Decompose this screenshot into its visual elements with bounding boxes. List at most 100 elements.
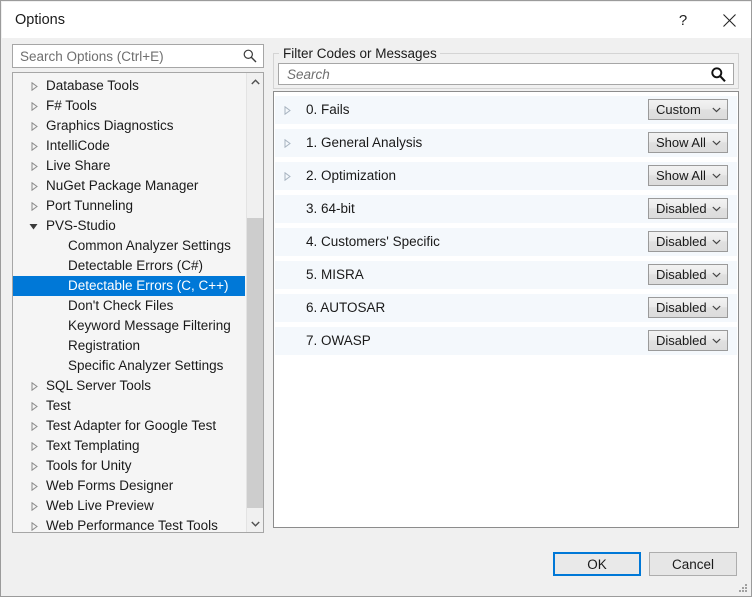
sidebar-item-f-tools[interactable]: F# Tools <box>13 96 245 116</box>
filter-search-field[interactable]: Search <box>278 63 734 85</box>
table-row[interactable]: 7. OWASP Disabled <box>275 327 737 355</box>
sidebar-item-registration[interactable]: Registration <box>13 336 245 356</box>
group-mode-select[interactable]: Disabled <box>648 297 728 318</box>
group-mode-select[interactable]: Disabled <box>648 231 728 252</box>
chevron-right-icon[interactable] <box>283 162 295 190</box>
chevron-right-icon[interactable] <box>29 456 41 476</box>
sidebar-item-intellicode[interactable]: IntelliCode <box>13 136 245 156</box>
group-mode-value: Show All <box>656 134 706 151</box>
sidebar-item-web-live-preview[interactable]: Web Live Preview <box>13 496 245 516</box>
sidebar-item-detectable-errors-c-c[interactable]: Detectable Errors (C, C++) <box>13 276 245 296</box>
search-options-field[interactable]: Search Options (Ctrl+E) <box>12 44 264 68</box>
tree-scrollbar-thumb[interactable] <box>247 218 263 508</box>
sidebar-item-detectable-errors-c[interactable]: Detectable Errors (C#) <box>13 256 245 276</box>
table-row[interactable]: 2. Optimization Show All <box>275 162 737 190</box>
sidebar-item-specific-analyzer-settings[interactable]: Specific Analyzer Settings <box>13 356 245 376</box>
table-row[interactable]: 1. General AnalysisShow All <box>275 129 737 157</box>
group-mode-value: Disabled <box>656 266 707 283</box>
chevron-down-icon <box>712 138 721 146</box>
table-row[interactable]: 5. MISRA Disabled <box>275 261 737 289</box>
table-row[interactable]: 0. Fails Custom <box>275 96 737 124</box>
chevron-right-icon[interactable] <box>29 136 41 156</box>
group-mode-select[interactable]: Custom <box>648 99 728 120</box>
sidebar-item-tools-for-unity[interactable]: Tools for Unity <box>13 456 245 476</box>
sidebar-item-test-adapter-for-google-test[interactable]: Test Adapter for Google Test <box>13 416 245 436</box>
chevron-down-icon[interactable] <box>29 216 41 236</box>
sidebar-item-sql-server-tools[interactable]: SQL Server Tools <box>13 376 245 396</box>
chevron-right-icon[interactable] <box>29 76 41 96</box>
scroll-down-icon[interactable] <box>247 515 263 532</box>
sidebar-item-label: Specific Analyzer Settings <box>13 356 223 376</box>
chevron-right-icon[interactable] <box>29 396 41 416</box>
page-title: Options <box>15 12 65 29</box>
sidebar-item-database-tools[interactable]: Database Tools <box>13 76 245 96</box>
chevron-right-icon[interactable] <box>283 129 295 157</box>
scroll-up-icon[interactable] <box>247 73 263 90</box>
group-mode-select[interactable]: Disabled <box>648 330 728 351</box>
sidebar-item-live-share[interactable]: Live Share <box>13 156 245 176</box>
group-mode-value: Disabled <box>656 332 707 349</box>
group-mode-select[interactable]: Show All <box>648 132 728 153</box>
cancel-button[interactable]: Cancel <box>649 552 737 576</box>
chevron-right-icon[interactable] <box>29 376 41 396</box>
sidebar-item-label: F# Tools <box>13 96 97 116</box>
group-label: 2. Optimization <box>306 167 396 185</box>
diagnostic-groups-list[interactable]: 0. Fails Custom 1. General AnalysisShow Al… <box>273 91 739 528</box>
sidebar-item-label: Detectable Errors (C, C++) <box>13 276 229 296</box>
options-tree-panel[interactable]: Database ToolsF# ToolsGraphics Diagnosti… <box>12 72 264 533</box>
chevron-down-icon <box>712 270 721 278</box>
group-mode-value: Disabled <box>656 299 707 316</box>
close-button[interactable] <box>706 3 752 37</box>
table-row[interactable]: 3. 64-bit Disabled <box>275 195 737 223</box>
chevron-right-icon[interactable] <box>29 176 41 196</box>
sidebar-item-label: Live Share <box>13 156 111 176</box>
options-dialog: Options ? Search Options (Ctrl+E) Databa… <box>0 0 752 597</box>
title-bar: Options ? <box>2 2 752 38</box>
chevron-right-icon[interactable] <box>29 156 41 176</box>
group-label: 7. OWASP <box>306 332 371 350</box>
tree-scrollbar[interactable] <box>246 73 263 532</box>
sidebar-item-label: IntelliCode <box>13 136 110 156</box>
ok-button-label: OK <box>587 557 607 572</box>
chevron-right-icon[interactable] <box>29 516 41 533</box>
chevron-right-icon[interactable] <box>29 436 41 456</box>
sidebar-item-label: Test <box>13 396 71 416</box>
sidebar-item-text-templating[interactable]: Text Templating <box>13 436 245 456</box>
group-label: 0. Fails <box>306 101 350 119</box>
group-label: 5. MISRA <box>306 266 364 284</box>
table-row[interactable]: 6. AUTOSARDisabled <box>275 294 737 322</box>
ok-button[interactable]: OK <box>553 552 641 576</box>
chevron-right-icon[interactable] <box>29 196 41 216</box>
group-mode-select[interactable]: Disabled <box>648 198 728 219</box>
chevron-right-icon[interactable] <box>29 496 41 516</box>
sidebar-item-web-forms-designer[interactable]: Web Forms Designer <box>13 476 245 496</box>
group-mode-select[interactable]: Disabled <box>648 264 728 285</box>
search-icon[interactable] <box>710 66 727 83</box>
sidebar-item-nuget-package-manager[interactable]: NuGet Package Manager <box>13 176 245 196</box>
resize-grip-icon[interactable] <box>736 581 748 593</box>
sidebar-item-graphics-diagnostics[interactable]: Graphics Diagnostics <box>13 116 245 136</box>
chevron-right-icon[interactable] <box>29 476 41 496</box>
group-mode-value: Show All <box>656 167 706 184</box>
sidebar-item-label: Common Analyzer Settings <box>13 236 231 256</box>
sidebar-item-don-t-check-files[interactable]: Don't Check Files <box>13 296 245 316</box>
sidebar-item-test[interactable]: Test <box>13 396 245 416</box>
sidebar-item-common-analyzer-settings[interactable]: Common Analyzer Settings <box>13 236 245 256</box>
filter-search-placeholder: Search <box>287 66 330 83</box>
sidebar-item-web-performance-test-tools[interactable]: Web Performance Test Tools <box>13 516 245 533</box>
chevron-right-icon[interactable] <box>29 416 41 436</box>
search-icon[interactable] <box>242 48 258 64</box>
chevron-down-icon <box>712 204 721 212</box>
group-label: 3. 64-bit <box>306 200 355 218</box>
group-mode-select[interactable]: Show All <box>648 165 728 186</box>
sidebar-item-label: Detectable Errors (C#) <box>13 256 203 276</box>
chevron-down-icon <box>712 171 721 179</box>
sidebar-item-keyword-message-filtering[interactable]: Keyword Message Filtering <box>13 316 245 336</box>
chevron-right-icon[interactable] <box>29 96 41 116</box>
sidebar-item-pvs-studio[interactable]: PVS-Studio <box>13 216 245 236</box>
help-button[interactable]: ? <box>660 3 706 37</box>
chevron-right-icon[interactable] <box>29 116 41 136</box>
chevron-right-icon[interactable] <box>283 96 295 124</box>
sidebar-item-port-tunneling[interactable]: Port Tunneling <box>13 196 245 216</box>
table-row[interactable]: 4. Customers' SpecificDisabled <box>275 228 737 256</box>
